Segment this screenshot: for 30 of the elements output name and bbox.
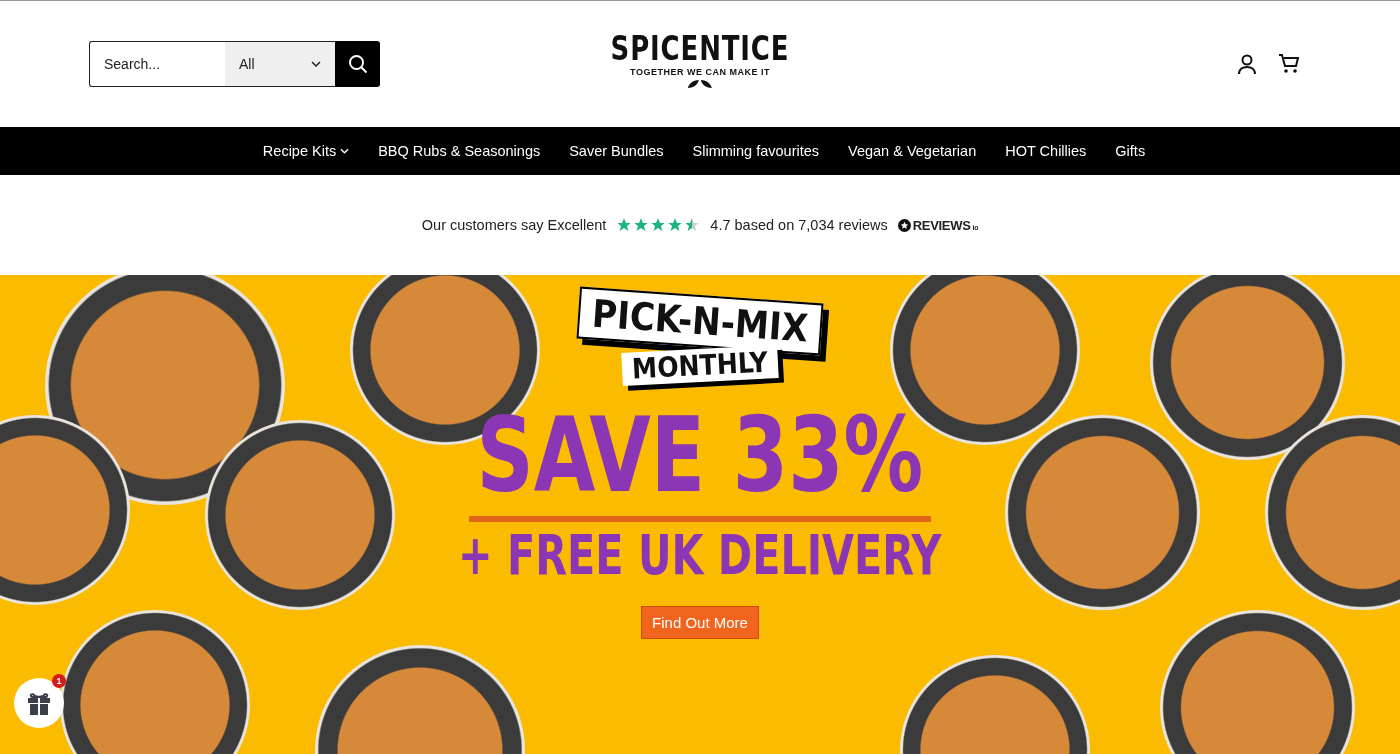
search-field[interactable]: Search... <box>89 41 225 87</box>
promo-subline: + FREE UK DELIVERY <box>458 522 942 588</box>
gift-icon <box>26 690 52 716</box>
promo-headline: SAVE 33% <box>476 400 924 510</box>
nav-link[interactable]: HOT Chillies <box>1005 143 1087 159</box>
cart-icon[interactable] <box>1278 53 1300 75</box>
chevron-down-icon <box>311 61 321 67</box>
nav-link[interactable]: Recipe Kits <box>262 143 350 159</box>
leaves-icon <box>687 79 713 89</box>
logo-wordmark: SPICENTICE <box>610 31 790 65</box>
nav-link[interactable]: Gifts <box>1115 143 1146 159</box>
search-icon <box>347 54 368 74</box>
nav-link[interactable]: Slimming favourites <box>692 143 820 159</box>
star-icon <box>616 217 633 233</box>
nav-link[interactable]: Saver Bundles <box>569 143 664 159</box>
account-icon[interactable] <box>1236 53 1258 75</box>
star-icon <box>633 217 650 233</box>
search-button[interactable] <box>335 41 380 87</box>
gift-button[interactable] <box>14 678 64 728</box>
reviews-lead: Our customers say Excellent <box>421 217 607 233</box>
star-icon <box>684 217 701 233</box>
reviews-summary: 4.7 based on 7,034 reviews <box>710 217 888 233</box>
category-dropdown[interactable]: All <box>225 41 335 87</box>
nav-link[interactable]: Vegan & Vegetarian <box>848 143 977 159</box>
notification-badge: 1 <box>52 674 66 688</box>
star-icon <box>667 217 684 233</box>
star-icon <box>650 217 667 233</box>
logo[interactable]: SPICENTICE TOGETHER WE CAN MAKE IT <box>594 31 806 89</box>
logo-tagline: TOGETHER WE CAN MAKE IT <box>629 67 771 77</box>
nav-link[interactable]: BBQ Rubs & Seasonings <box>378 143 541 159</box>
